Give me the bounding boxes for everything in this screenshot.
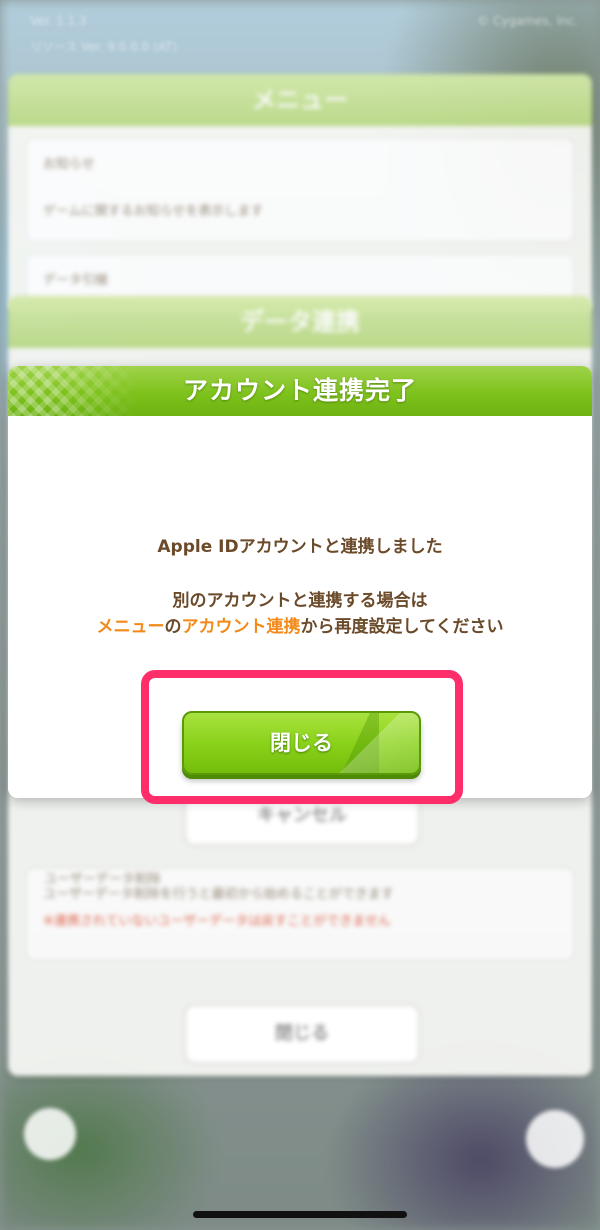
reconfigure-text: から再度設定してください (300, 617, 504, 637)
dialog-title: アカウント連携完了 (182, 376, 417, 405)
message-reconfigure: メニューのアカウント連携から再度設定してください (8, 612, 592, 637)
home-indicator[interactable] (193, 1211, 407, 1218)
message-other-account: 別のアカウントと連携する場合は (172, 591, 428, 611)
dialog-header: アカウント連携完了 (8, 366, 592, 416)
message-linked: Apple IDアカウントと連携しました (157, 537, 443, 557)
close-button[interactable]: 閉じる (182, 711, 421, 775)
close-button-label: 閉じる (270, 731, 333, 755)
particle-text: の (164, 617, 182, 637)
menu-highlight-text: メニュー (96, 617, 165, 637)
account-link-highlight-text: アカウント連携 (181, 617, 301, 637)
